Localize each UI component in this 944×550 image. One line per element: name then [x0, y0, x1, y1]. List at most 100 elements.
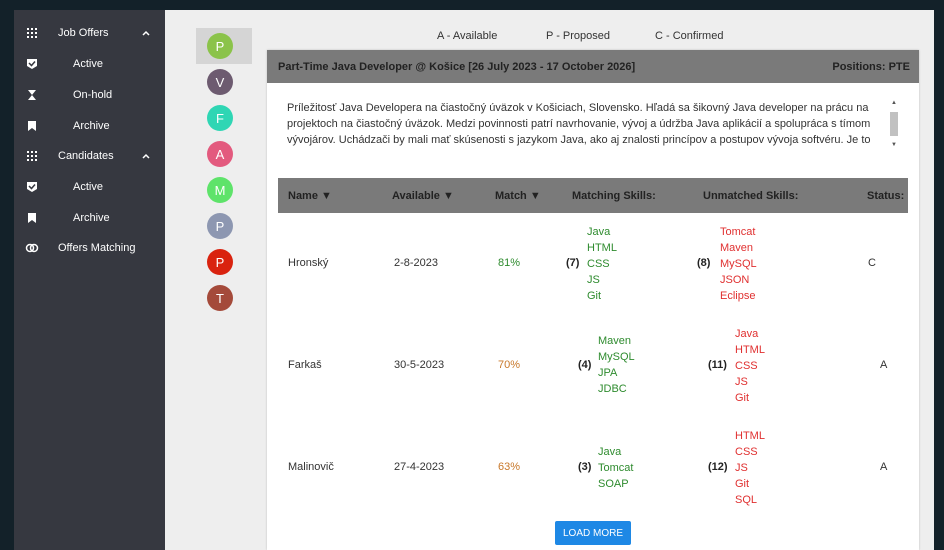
grid-icon — [25, 149, 39, 163]
skill-item: CSS — [587, 258, 610, 270]
skill-item: Java — [587, 226, 611, 238]
avatar-slot[interactable]: F — [196, 100, 252, 136]
skill-item: Maven — [598, 335, 632, 347]
avatar-slot[interactable]: P — [196, 28, 252, 64]
candidate-available: 2-8-2023 — [394, 257, 439, 269]
avatar-slot[interactable]: P — [196, 208, 252, 244]
skill-item: JS — [735, 462, 748, 474]
avatar-slot[interactable]: P — [196, 244, 252, 280]
candidate-match: 81% — [498, 257, 521, 269]
matching-skills: Java Tomcat SOAP — [598, 444, 633, 492]
skill-item: HTML — [735, 344, 765, 356]
skill-item: JS — [735, 376, 748, 388]
skill-item: Eclipse — [720, 290, 756, 302]
sidebar-item-label: Archive — [73, 120, 110, 132]
avatar-slot[interactable]: M — [196, 172, 252, 208]
scroll-thumb[interactable] — [890, 112, 898, 136]
avatar[interactable]: V — [207, 69, 233, 95]
skill-item: Java — [598, 446, 622, 458]
candidate-name: Hronský — [288, 257, 329, 269]
skill-item: JS — [587, 274, 600, 286]
sidebar-item-job-active[interactable]: Active — [14, 53, 165, 75]
skill-item: MySQL — [598, 351, 635, 363]
sidebar-item-label: Archive — [73, 212, 110, 224]
scroll-down-icon[interactable]: ▼ — [891, 142, 897, 148]
avatar[interactable]: P — [207, 249, 233, 275]
col-name[interactable]: Name ▼ — [288, 190, 332, 202]
sidebar-item-offers-matching[interactable]: Offers Matching — [14, 237, 165, 259]
skill-item: Maven — [720, 242, 754, 254]
legend-proposed: P - Proposed — [546, 30, 611, 42]
matching-count: (4) — [578, 359, 592, 371]
legend-available: A - Available — [437, 30, 498, 42]
skill-item: JSON — [720, 274, 750, 286]
chevron-up-icon — [142, 27, 150, 39]
scroll-up-icon[interactable]: ▲ — [891, 100, 897, 106]
candidate-match: 63% — [498, 461, 521, 473]
table-header: Name ▼ Available ▼ Match ▼ Matching Skil… — [278, 178, 908, 213]
sidebar: Job Offers Active On-hold Archive Candid… — [14, 10, 165, 550]
avatar[interactable]: A — [207, 141, 233, 167]
avatar-slot[interactable]: T — [196, 280, 252, 316]
skill-item: JPA — [598, 367, 618, 379]
avatar[interactable]: F — [207, 105, 233, 131]
sidebar-item-label: Offers Matching — [58, 242, 136, 254]
unmatched-count: (12) — [708, 461, 728, 473]
sidebar-item-label: Candidates — [58, 150, 114, 162]
matching-skills: Java HTML CSS JS Git — [587, 224, 617, 304]
skill-item: CSS — [735, 446, 758, 458]
candidate-available: 30-5-2023 — [394, 359, 445, 371]
skill-item: Java — [735, 328, 759, 340]
load-more-button[interactable]: LOAD MORE — [555, 521, 631, 545]
grid-icon — [25, 26, 39, 40]
sidebar-item-label: On-hold — [73, 89, 113, 101]
avatar[interactable]: M — [207, 177, 233, 203]
candidate-name: Malinovič — [288, 461, 334, 473]
candidate-status: A — [880, 359, 888, 371]
skill-item: Git — [735, 478, 750, 490]
unmatched-skills: HTML CSS JS Git SQL — [735, 428, 765, 508]
skill-item: HTML — [735, 430, 765, 442]
rings-icon — [25, 241, 39, 255]
matching-skills: Maven MySQL JPA JDBC — [598, 333, 635, 397]
offer-panel: Part-Time Java Developer @ Košice [26 Ju… — [267, 50, 919, 550]
skill-item: Git — [735, 392, 750, 404]
col-match[interactable]: Match ▼ — [495, 190, 541, 202]
offer-positions: Positions: PTE — [832, 61, 910, 73]
avatar-slot[interactable]: V — [196, 64, 252, 100]
candidate-available: 27-4-2023 — [394, 461, 445, 473]
col-unmatched-skills: Unmatched Skills: — [703, 190, 799, 202]
candidate-name: Farkaš — [288, 359, 322, 371]
avatar[interactable]: P — [207, 33, 233, 59]
check-badge-icon — [25, 180, 39, 194]
skill-item: MySQL — [720, 258, 757, 270]
avatar[interactable]: P — [207, 213, 233, 239]
avatar-slot[interactable]: A — [196, 136, 252, 172]
offer-description: Príležitosť Java Developera na čiastočný… — [287, 102, 871, 146]
offer-title: Part-Time Java Developer @ Košice [26 Ju… — [278, 61, 636, 73]
chevron-up-icon — [142, 150, 150, 162]
sidebar-item-cand-archive[interactable]: Archive — [14, 207, 165, 229]
matching-count: (7) — [566, 257, 580, 269]
matching-count: (3) — [578, 461, 592, 473]
candidate-status: A — [880, 461, 888, 473]
bookmark-icon — [25, 119, 39, 133]
skill-item: CSS — [735, 360, 758, 372]
skill-item: JDBC — [598, 383, 627, 395]
offer-header: Part-Time Java Developer @ Košice [26 Ju… — [267, 50, 919, 83]
unmatched-count: (11) — [708, 359, 727, 371]
sidebar-item-job-onhold[interactable]: On-hold — [14, 84, 165, 106]
avatar[interactable]: T — [207, 285, 233, 311]
unmatched-skills: Tomcat Maven MySQL JSON Eclipse — [720, 224, 757, 304]
description-scrollbar[interactable]: ▲ ▼ — [889, 100, 899, 152]
candidate-status: C — [868, 257, 876, 269]
col-available[interactable]: Available ▼ — [392, 190, 454, 202]
sidebar-item-cand-active[interactable]: Active — [14, 176, 165, 198]
skill-item: Git — [587, 290, 602, 302]
sidebar-item-label: Active — [73, 181, 103, 193]
skill-item: Tomcat — [720, 226, 756, 238]
sidebar-item-job-archive[interactable]: Archive — [14, 115, 165, 137]
sidebar-item-job-offers[interactable]: Job Offers — [14, 22, 165, 44]
skill-item: HTML — [587, 242, 617, 254]
sidebar-item-candidates[interactable]: Candidates — [14, 145, 165, 167]
